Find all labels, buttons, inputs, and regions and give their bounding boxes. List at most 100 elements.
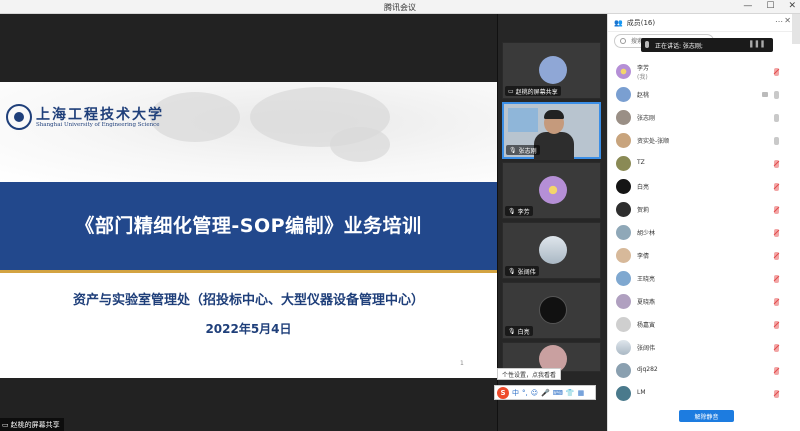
presentation-slide: 上海工程技术大学 Shanghai University of Engineer… (0, 82, 497, 378)
mic-icon: 🎙 (509, 146, 517, 154)
member-row[interactable]: 贺莉 (608, 198, 800, 221)
emoji-icon[interactable]: ☺ (531, 389, 538, 397)
member-row[interactable]: 胡少林 (608, 221, 800, 244)
video-tile-active-speaker[interactable]: 🎙 张志刚 (502, 102, 601, 160)
mic-muted-icon[interactable] (774, 252, 779, 260)
member-row[interactable]: djq282 (608, 359, 800, 382)
mic-muted-icon[interactable] (774, 229, 779, 237)
screen-share-label: ▭ 赵桃的屏幕共享 (0, 418, 64, 431)
speaker-video (534, 132, 574, 160)
maximize-button[interactable]: ☐ (766, 1, 774, 11)
video-tile[interactable]: 🎙 张阔伟 (502, 222, 601, 279)
member-row[interactable]: 夏晓燕 (608, 290, 800, 313)
avatar (616, 294, 631, 309)
avatar (616, 225, 631, 240)
member-name: 张志刚 (637, 115, 656, 122)
video-tile[interactable]: ▭ 赵桃的屏幕共享 (502, 42, 601, 99)
member-row[interactable]: 李倩 (608, 244, 800, 267)
video-tile-label: 🎙 张志刚 (506, 145, 540, 155)
member-name: 杨嘉寅 (637, 322, 656, 329)
mic-muted-icon[interactable] (774, 367, 779, 375)
mic-muted-icon[interactable] (774, 298, 779, 306)
panel-collapse-handle[interactable] (792, 14, 800, 44)
mic-muted-icon[interactable] (774, 160, 779, 168)
avatar (616, 271, 631, 286)
mic-muted-icon: 🎙 (508, 267, 516, 275)
ime-toolbar[interactable]: S 中 °, ☺ 🎤 ⌨ 👕 ▦ (494, 385, 596, 400)
screen-share-icon: ▭ (508, 87, 514, 95)
member-panel-header: 👥 成员(16) ⋯ ✕ (608, 14, 800, 32)
avatar (616, 386, 631, 401)
background-window (508, 108, 538, 132)
avatar (616, 202, 631, 217)
video-tile[interactable]: 🎙 白亮 (502, 282, 601, 339)
world-map-shape (330, 127, 390, 162)
avatar (539, 296, 567, 324)
mic-icon[interactable] (774, 137, 779, 145)
member-name: 李倩 (637, 253, 650, 260)
close-window-button[interactable]: ✕ (788, 1, 796, 11)
video-tile[interactable]: 🎙 李芳 (502, 162, 601, 219)
title-bar: 腾讯会议 — ☐ ✕ (0, 0, 800, 14)
member-row[interactable]: 白亮 (608, 175, 800, 198)
sogou-logo-icon[interactable]: S (497, 386, 509, 399)
speaking-text: 正在讲话: 张志刚; (655, 42, 703, 50)
member-panel: 👥 成员(16) ⋯ ✕ 正在讲话: 张志刚; ▌▌▌ 李芳 (我) 赵桃 张志… (607, 14, 800, 431)
member-row[interactable]: 杨嘉寅 (608, 313, 800, 336)
ime-settings-tooltip[interactable]: 个性设置，点我看看 (497, 368, 562, 380)
university-logo-icon (6, 104, 32, 130)
share-label-text: 赵桃的屏幕共享 (10, 420, 60, 429)
mic-muted-icon: 🎙 (508, 207, 516, 215)
slide-title: 《部门精细化管理-SOP编制》业务培训 (75, 215, 422, 237)
mic-icon[interactable] (774, 91, 779, 99)
gold-divider (0, 270, 497, 273)
mic-muted-icon[interactable] (774, 275, 779, 283)
keyboard-icon[interactable]: ⌨ (553, 389, 563, 397)
video-tile-label: 🎙 张阔伟 (505, 266, 539, 276)
more-options-button[interactable]: ⋯ (775, 17, 783, 26)
mic-muted-icon[interactable] (774, 390, 779, 398)
avatar (616, 110, 631, 125)
skin-icon[interactable]: 👕 (566, 389, 575, 397)
member-row[interactable]: 资实处-张顺 (608, 129, 800, 152)
mic-muted-icon[interactable] (774, 206, 779, 214)
university-name-en: Shanghai University of Engineering Scien… (36, 122, 160, 128)
video-tile-label: ▭ 赵桃的屏幕共享 (505, 86, 561, 96)
voice-icon[interactable]: 🎤 (541, 389, 550, 397)
speaker-video (544, 110, 564, 119)
member-row[interactable]: TZ (608, 152, 800, 175)
member-name: djq282 (637, 366, 658, 373)
member-name: TZ (637, 159, 645, 166)
slide-subtitle: 资产与实验室管理处（招投标中心、大型仪器设备管理中心） (72, 293, 424, 308)
member-name: 夏晓燕 (637, 299, 656, 306)
toolbox-icon[interactable]: ▦ (578, 389, 585, 397)
member-name: LM (637, 389, 646, 396)
member-name: 胡少林 (637, 230, 656, 237)
slide-header-background: 上海工程技术大学 Shanghai University of Engineer… (0, 82, 497, 182)
mic-icon (645, 41, 649, 48)
avatar (616, 179, 631, 194)
member-row[interactable]: 张志刚 (608, 106, 800, 129)
shared-screen: 上海工程技术大学 Shanghai University of Engineer… (0, 14, 497, 431)
member-row[interactable]: 王晓亮 (608, 267, 800, 290)
search-icon (620, 38, 626, 44)
member-row[interactable]: 赵桃 (608, 83, 800, 106)
member-name: 李芳 (637, 65, 650, 72)
member-row[interactable]: 李芳 (我) (608, 60, 800, 83)
mic-muted-icon[interactable] (774, 344, 779, 352)
member-count-title: 成员(16) (626, 18, 656, 27)
mic-muted-icon[interactable] (774, 183, 779, 191)
ime-mode-toggle[interactable]: 中 (512, 388, 519, 398)
mic-muted-icon[interactable] (774, 321, 779, 329)
slide-date: 2022年5月4日 (205, 322, 292, 336)
window-title: 腾讯会议 (384, 3, 416, 12)
member-row[interactable]: 张阔伟 (608, 336, 800, 359)
mic-icon[interactable] (774, 114, 779, 122)
close-panel-button[interactable]: ✕ (784, 16, 791, 25)
punctuation-icon[interactable]: °, (522, 389, 528, 397)
minimize-button[interactable]: — (743, 1, 752, 11)
members-icon: 👥 (614, 18, 623, 27)
mic-muted-icon[interactable] (774, 68, 779, 76)
unmute-all-button[interactable]: 解除静音 (679, 410, 734, 422)
member-row[interactable]: LM (608, 382, 800, 405)
